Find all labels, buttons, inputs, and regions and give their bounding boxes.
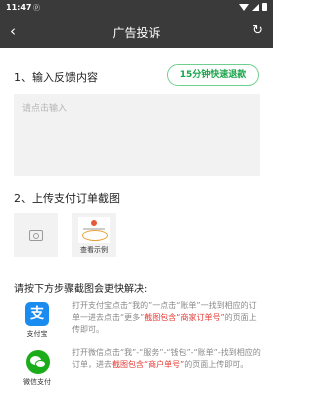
alipay-label: 支付宝 xyxy=(26,330,48,338)
quick-refund-button[interactable]: 15分钟快速退款 xyxy=(167,64,259,86)
status-time: 11:47 xyxy=(6,3,32,12)
wechat-highlight: 截图包含“商户单号” xyxy=(112,360,185,369)
nav-bar: ‹ 广告投诉 ↻ xyxy=(0,16,273,48)
signal-icon xyxy=(252,3,259,11)
feedback-input[interactable] xyxy=(14,94,260,176)
view-example-button[interactable]: 查看示例 xyxy=(72,213,116,257)
refresh-icon[interactable]: ↻ xyxy=(252,23,263,39)
wechat-instructions: 打开微信点击“我”-“服务”-“钱包”-“账单”-找到相应的订单，进去截图包含“… xyxy=(72,348,261,369)
example-label: 查看示例 xyxy=(80,246,108,254)
battery-icon xyxy=(262,3,267,11)
alipay-instructions: 打开支付宝点击“我的”一点击“账单”一找到相应的订单一进去点击“更多”截图包含“… xyxy=(72,301,257,334)
alipay-icon: 支 xyxy=(25,302,49,326)
feedback-section-title: 1、输入反馈内容 xyxy=(14,71,98,84)
upload-screenshot-button[interactable] xyxy=(14,213,58,257)
wifi-icon xyxy=(239,3,249,11)
upload-section-title: 2、上传支付订单截图 xyxy=(14,192,120,205)
alipay-highlight: 截图包含“商家订单号” xyxy=(144,313,225,322)
example-thumbnail xyxy=(78,217,110,243)
wechat-pay-icon xyxy=(26,350,50,374)
example-highlight-icon xyxy=(82,230,108,241)
status-bar: 11:47 ⓟ xyxy=(0,0,273,16)
camera-icon xyxy=(29,229,43,241)
status-icons xyxy=(239,3,267,11)
page-title: 广告投诉 xyxy=(112,26,161,40)
notification-icon: ⓟ xyxy=(33,4,40,12)
guide-title: 请按下方步骤截图会更快解决: xyxy=(14,284,148,295)
wechat-pay-label: 微信支付 xyxy=(23,378,51,386)
example-logo-icon xyxy=(91,220,97,226)
